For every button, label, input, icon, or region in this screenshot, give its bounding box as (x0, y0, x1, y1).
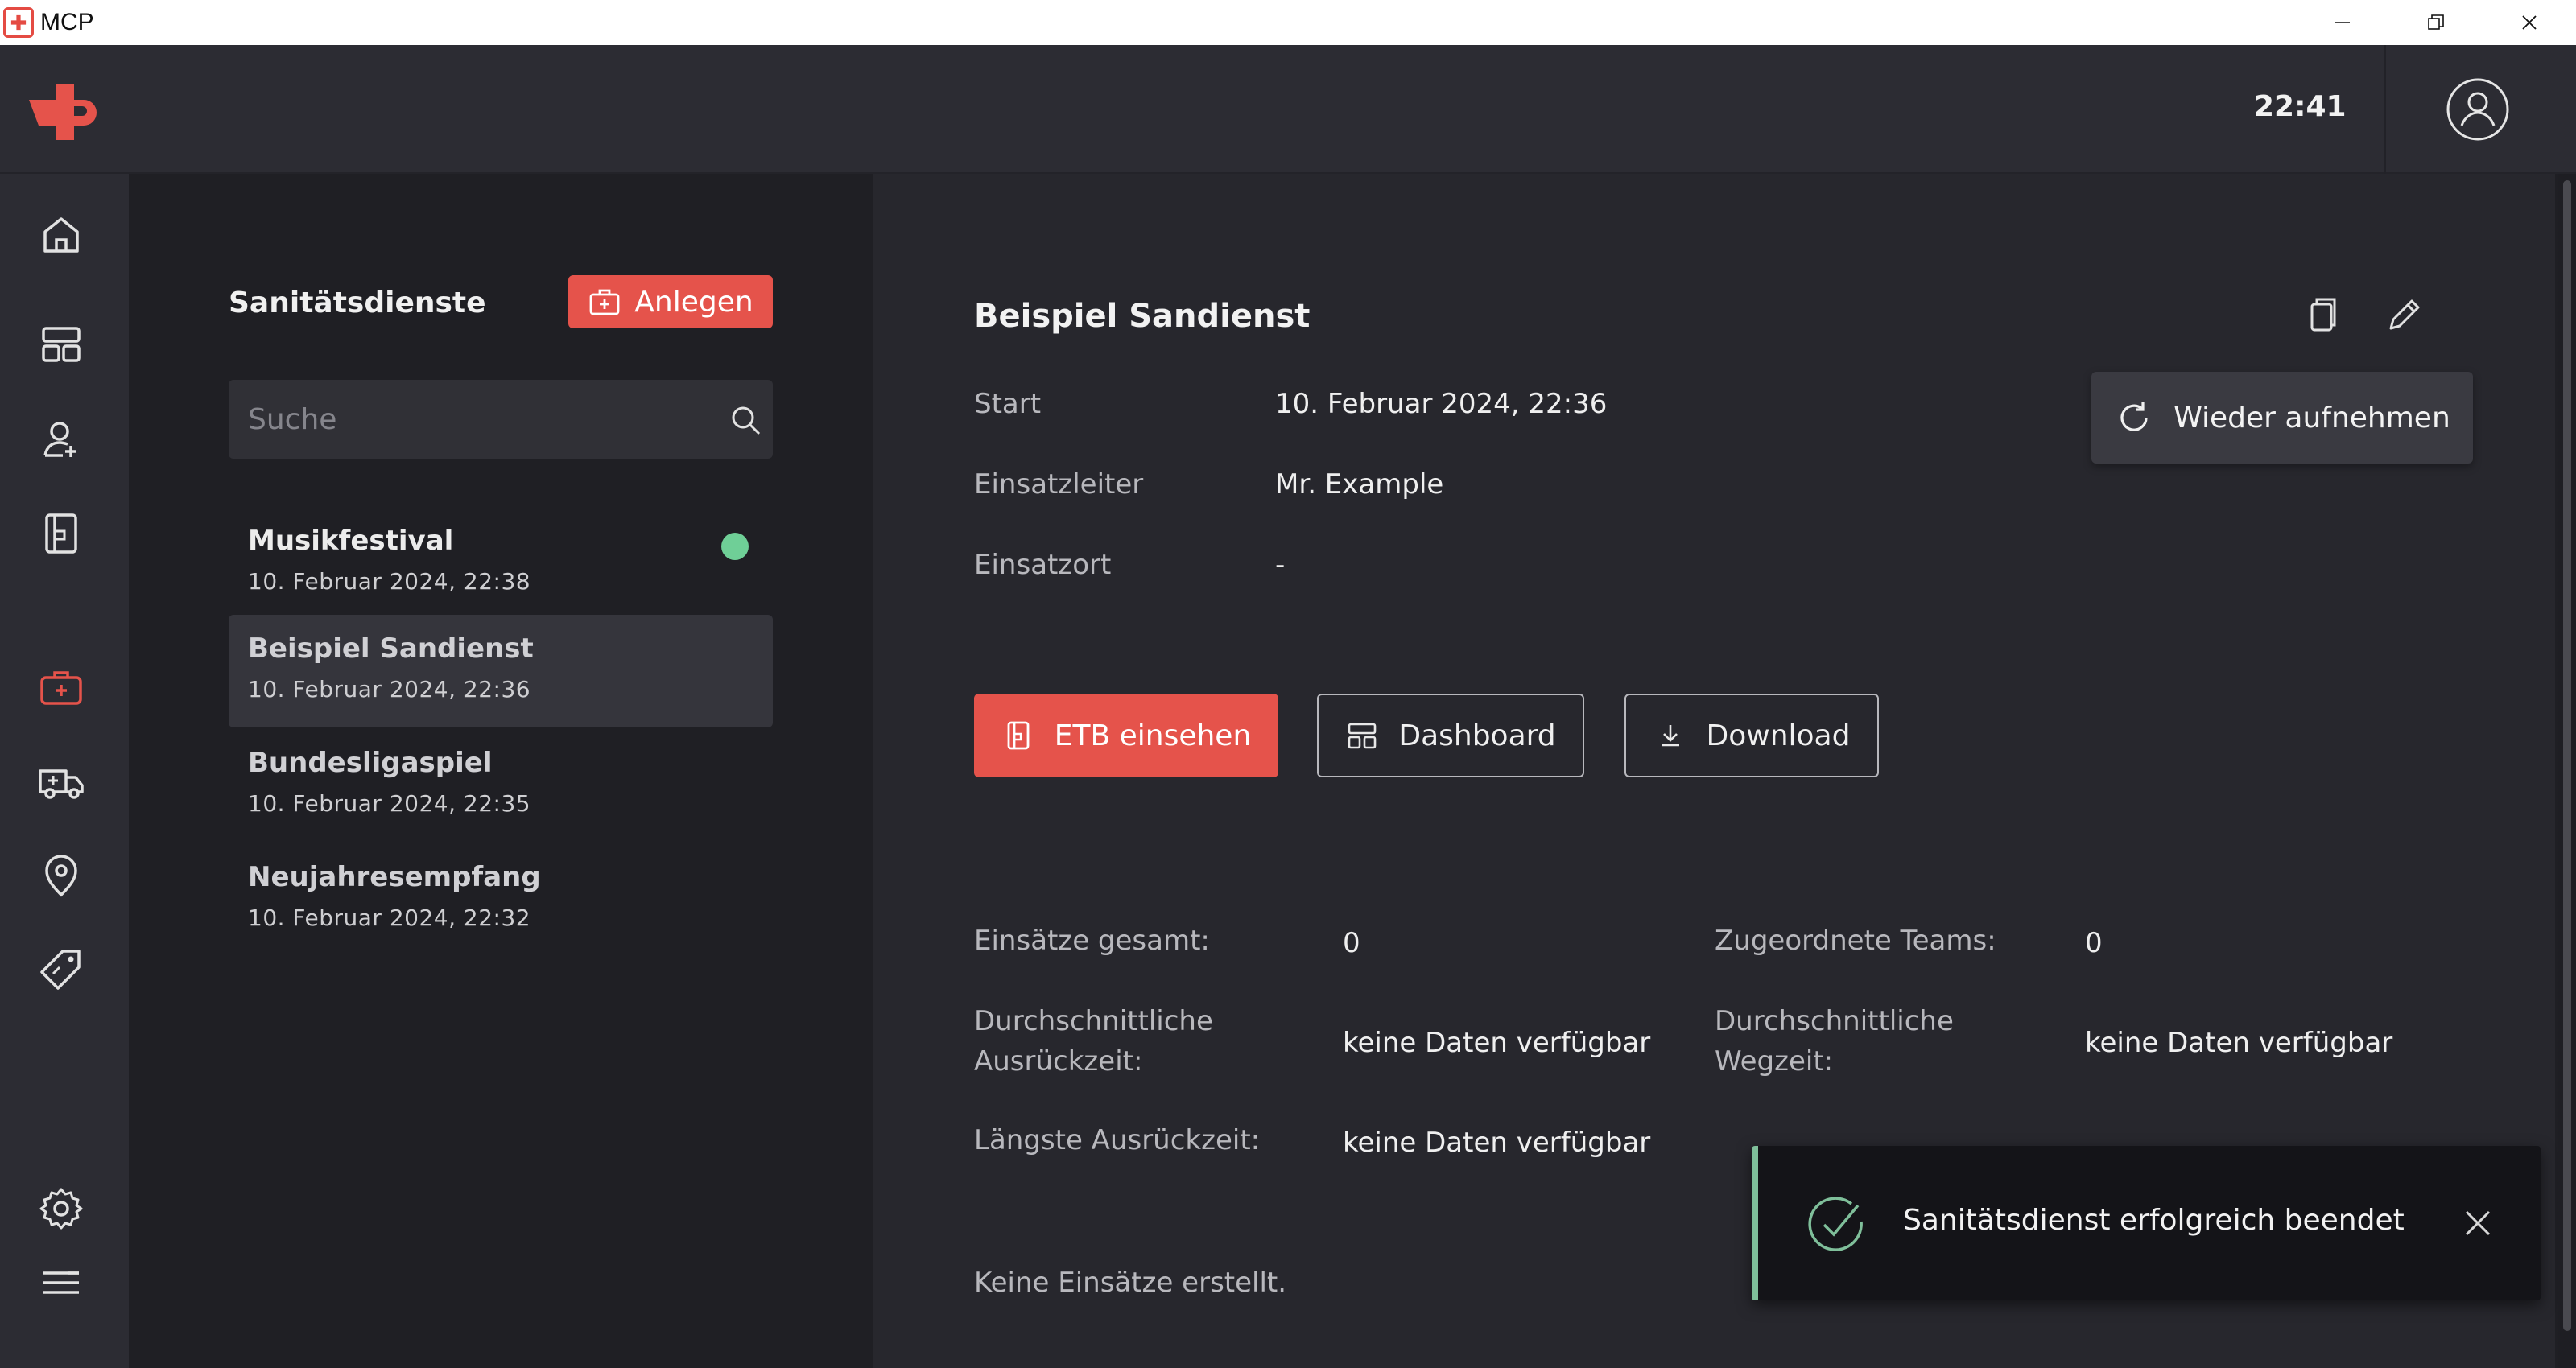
list-item-name: Neujahresempfang (248, 861, 541, 893)
search-icon[interactable] (728, 402, 763, 438)
gear-icon[interactable] (35, 1183, 87, 1234)
list-item-date: 10. Februar 2024, 22:32 (248, 904, 531, 931)
scrollbar[interactable] (2558, 174, 2576, 1368)
layout-icon[interactable] (35, 319, 87, 370)
edit-icon[interactable] (2380, 291, 2428, 340)
list-item-name: Beispiel Sandienst (248, 632, 534, 665)
field-value-location: - (1275, 549, 1286, 581)
dashboard-button-label: Dashboard (1398, 719, 1556, 752)
create-button[interactable]: Anlegen (568, 275, 773, 328)
list-item[interactable]: Musikfestival 10. Februar 2024, 22:38 (229, 507, 773, 620)
stat-teams-value: 0 (2085, 927, 2103, 959)
dashboard-button[interactable]: Dashboard (1317, 694, 1584, 777)
window-title: MCP (40, 9, 94, 35)
stat-total-value: 0 (1343, 927, 1360, 959)
copy-icon[interactable] (2299, 291, 2347, 340)
stat-avg-route-label: Durchschnittliche Wegzeit: (1715, 1005, 1954, 1078)
list-item[interactable]: Bundesligaspiel 10. Februar 2024, 22:35 (229, 729, 773, 842)
field-value-start: 10. Februar 2024, 22:36 (1275, 388, 1608, 420)
list-item-date: 10. Februar 2024, 22:35 (248, 790, 531, 817)
profile-icon[interactable] (2446, 77, 2510, 142)
field-label-leader: Einsatzleiter (974, 468, 1144, 501)
location-icon[interactable] (35, 850, 87, 901)
menu-icon[interactable] (35, 1257, 87, 1308)
nav-rail (0, 174, 129, 1368)
tag-icon[interactable] (35, 943, 87, 995)
stat-teams-label: Zugeordnete Teams: (1715, 925, 1996, 957)
restore-button[interactable] (2389, 0, 2483, 45)
header-divider (2384, 45, 2386, 174)
stat-avg-dispatch-value: keine Daten verfügbar (1343, 1027, 1651, 1059)
home-icon[interactable] (35, 209, 87, 261)
empty-missions-note: Keine Einsätze erstellt. (974, 1267, 1287, 1299)
field-label-location: Einsatzort (974, 549, 1112, 581)
stat-avg-dispatch-label: Durchschnittliche Ausrückzeit: (974, 1005, 1213, 1078)
list-item-name: Musikfestival (248, 525, 454, 557)
stat-longest-dispatch-label: Längste Ausrückzeit: (974, 1124, 1261, 1156)
toast-message: Sanitätsdienst erfolgreich beendet (1903, 1204, 2405, 1237)
stat-longest-dispatch-value: keine Daten verfügbar (1343, 1127, 1651, 1159)
user-add-icon[interactable] (35, 414, 87, 465)
search-box (229, 380, 773, 459)
logbook-icon (1007, 721, 1030, 750)
clock-time: 22:41 (2254, 90, 2347, 123)
download-button-label: Download (1706, 719, 1851, 752)
app-header: 22:41 (0, 45, 2576, 174)
list-item[interactable]: Neujahresempfang 10. Februar 2024, 22:32 (229, 843, 773, 956)
logbook-icon[interactable] (35, 507, 87, 558)
download-icon (1661, 725, 1679, 747)
download-button[interactable]: Download (1624, 694, 1879, 777)
list-item-selected[interactable]: Beispiel Sandienst 10. Februar 2024, 22:… (229, 615, 773, 727)
app-logo[interactable] (29, 84, 97, 140)
ambulance-icon[interactable] (35, 756, 87, 808)
success-toast: Sanitätsdienst erfolgreich beendet (1752, 1146, 2541, 1300)
scrollbar-thumb[interactable] (2563, 180, 2571, 1331)
resume-button-label: Wieder aufnehmen (2174, 401, 2450, 435)
field-label-start: Start (974, 388, 1042, 420)
layout-icon (1348, 723, 1377, 749)
check-circle-icon (1808, 1197, 1863, 1251)
etb-view-button[interactable]: ETB einsehen (974, 694, 1278, 777)
toast-accent-bar (1752, 1146, 1758, 1300)
resume-button[interactable]: Wieder aufnehmen (2091, 372, 2473, 464)
service-list-panel: Sanitätsdienste Anlegen Musikfestival 10… (129, 174, 873, 1368)
close-window-button[interactable] (2483, 0, 2576, 45)
window-titlebar: MCP (0, 0, 2576, 45)
medical-bag-icon[interactable] (35, 661, 87, 713)
window-controls (2296, 0, 2576, 45)
list-title: Sanitätsdienste (229, 286, 486, 319)
detail-title: Beispiel Sandienst (974, 298, 1311, 335)
stat-total-label: Einsätze gesamt: (974, 925, 1210, 957)
medical-bag-icon (589, 289, 620, 315)
create-button-label: Anlegen (634, 285, 753, 319)
close-icon[interactable] (2460, 1205, 2496, 1241)
active-status-indicator (721, 533, 749, 560)
stat-avg-route-value: keine Daten verfügbar (2085, 1027, 2393, 1059)
list-item-date: 10. Februar 2024, 22:36 (248, 676, 531, 703)
etb-view-button-label: ETB einsehen (1054, 719, 1252, 752)
refresh-icon (2120, 402, 2148, 431)
field-value-leader: Mr. Example (1275, 468, 1444, 501)
list-item-name: Bundesligaspiel (248, 747, 493, 779)
list-item-date: 10. Februar 2024, 22:38 (248, 568, 531, 595)
search-input[interactable] (229, 380, 712, 459)
minimize-button[interactable] (2296, 0, 2389, 45)
app-logo-icon (3, 7, 34, 38)
